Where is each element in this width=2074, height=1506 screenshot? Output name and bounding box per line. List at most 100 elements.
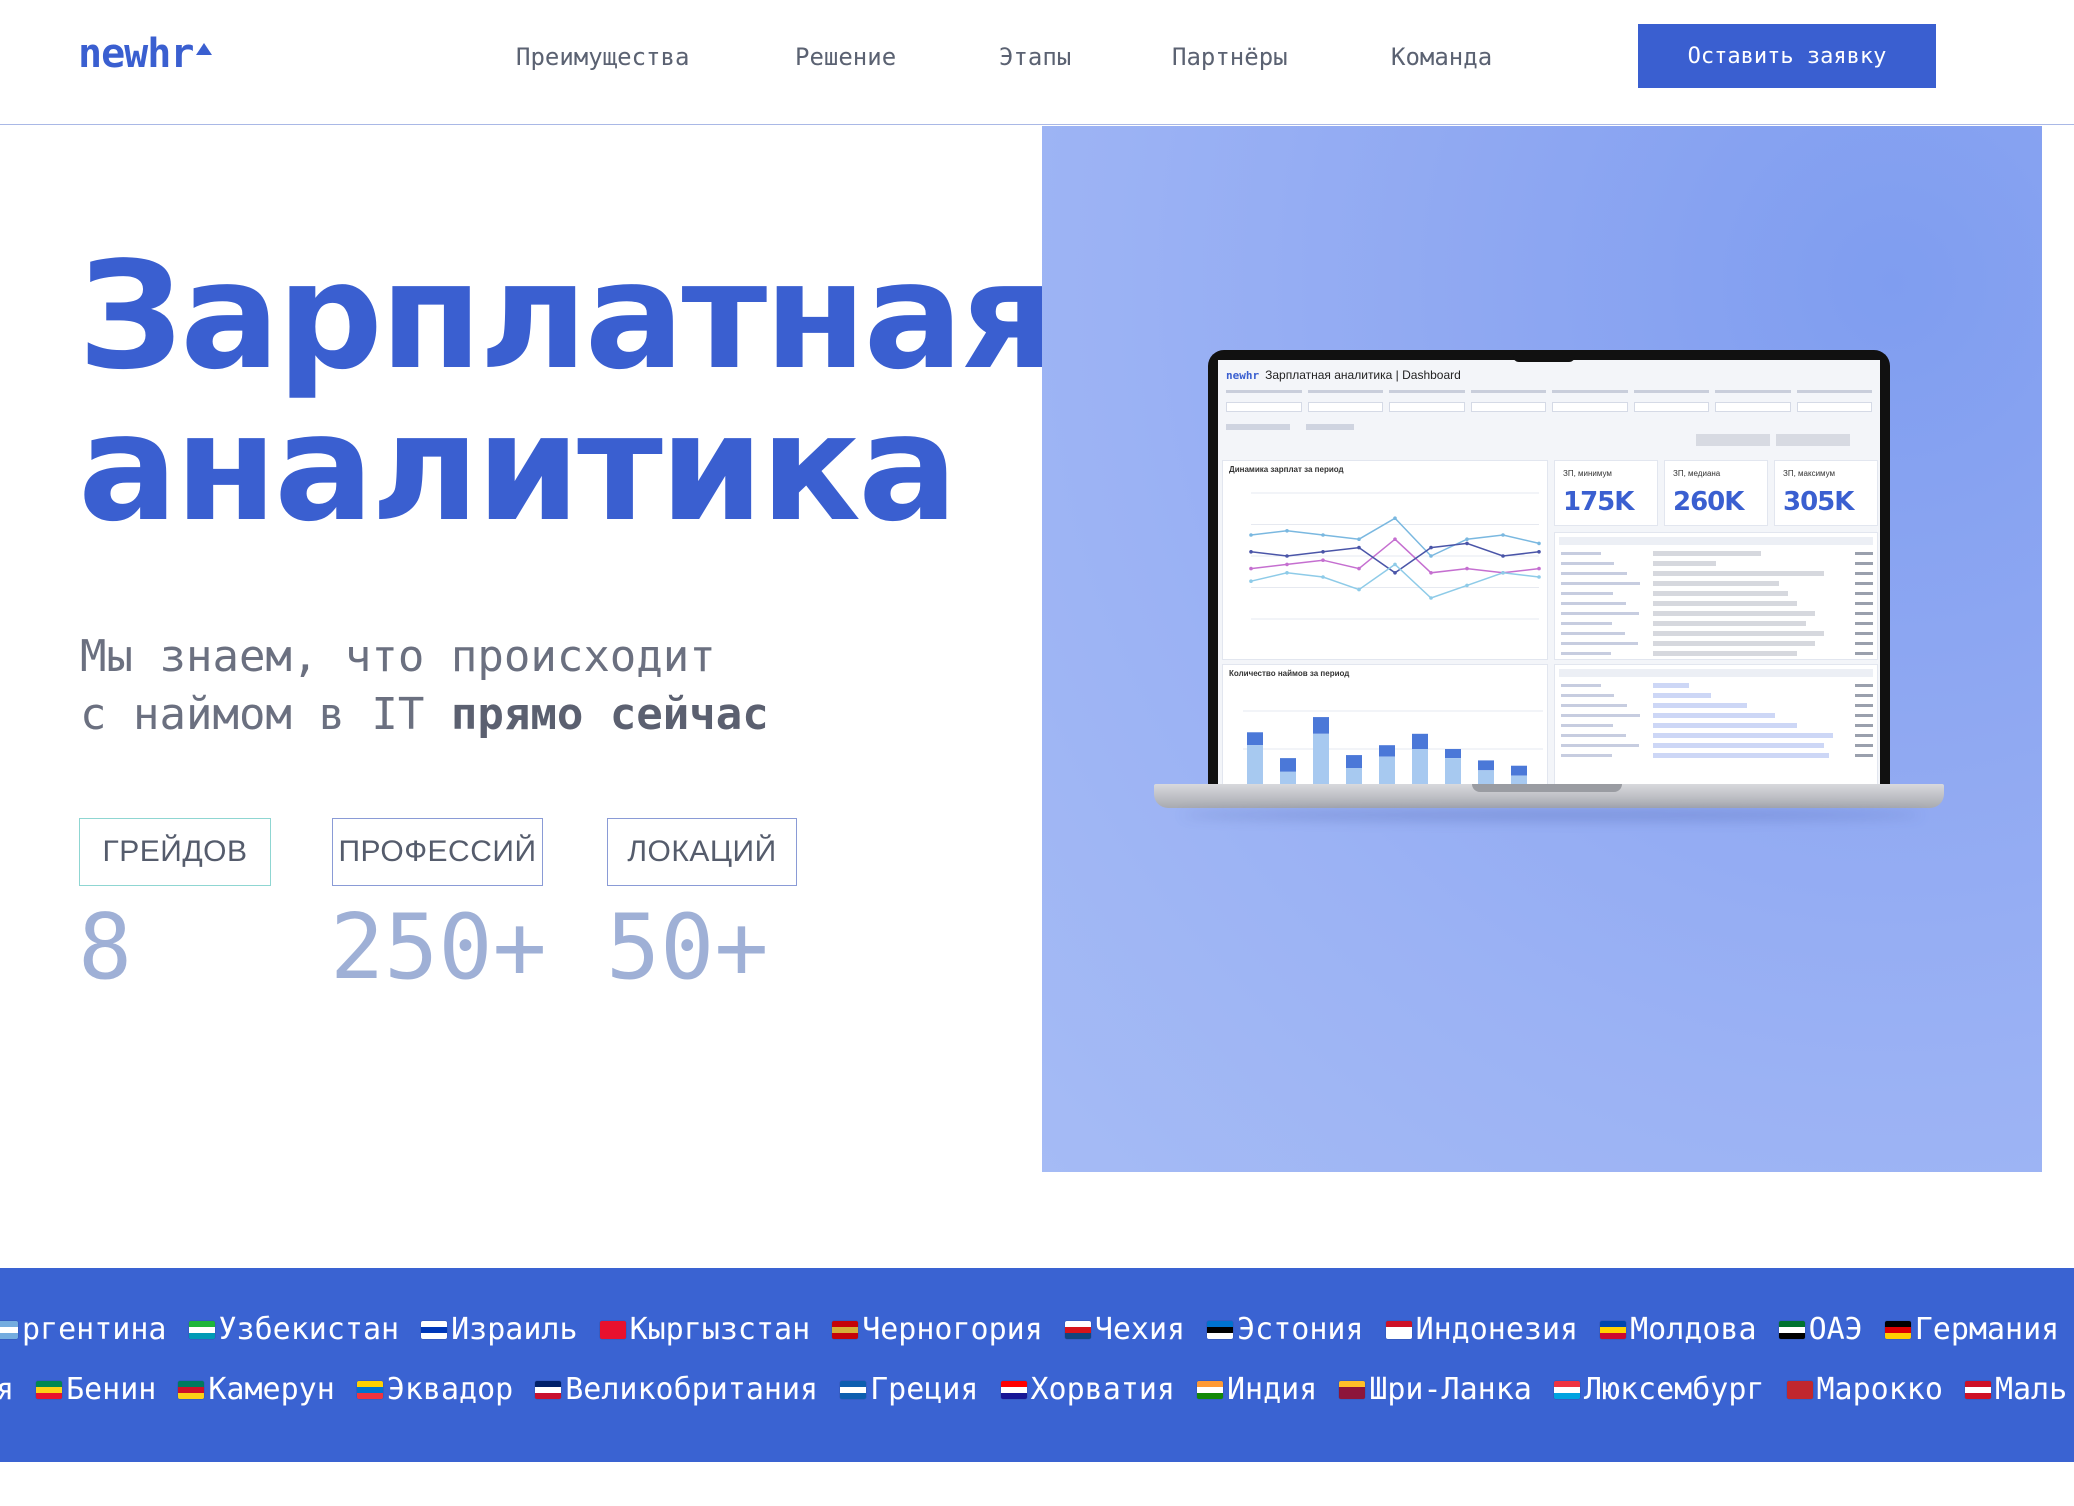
- row1-country-6: Эстония: [1207, 1312, 1364, 1348]
- table-row: [1561, 703, 1873, 708]
- series-point-a: [1357, 566, 1361, 571]
- table-row: [1561, 733, 1873, 738]
- nav-partners[interactable]: Партнёры: [1172, 42, 1288, 72]
- nav-stages[interactable]: Этапы: [999, 42, 1071, 72]
- table-row: [1561, 551, 1873, 556]
- bar-upper: [1379, 745, 1395, 757]
- row2-country-5: Греция: [840, 1372, 979, 1408]
- country-name: Хорватия: [1030, 1372, 1176, 1407]
- stat-grades-value: 8: [78, 895, 133, 1000]
- table-row: [1561, 651, 1873, 656]
- flag-icon: [1207, 1321, 1234, 1339]
- flag-icon: [1964, 1381, 1991, 1399]
- series-point-c: [1357, 545, 1361, 550]
- bar-lower: [1346, 768, 1362, 784]
- kpi-median-label: ЗП, медиана: [1673, 469, 1721, 478]
- row2-country-6: Хорватия: [1000, 1372, 1176, 1408]
- laptop-lip: [1472, 784, 1622, 792]
- flag-icon: [599, 1321, 626, 1339]
- row2-country-11: Маль: [1964, 1372, 2068, 1408]
- country-name: Германия: [1914, 1312, 2060, 1347]
- country-name: Люксембург: [1583, 1372, 1765, 1407]
- series-point-b: [1429, 554, 1433, 558]
- table-row: [1561, 561, 1873, 566]
- flag-icon: [0, 1321, 18, 1339]
- flag-icon: [1553, 1381, 1580, 1399]
- country-ticker: ргентина Узбекистан Израиль Кыргызстан Черно…: [0, 1268, 2074, 1462]
- newhr-logo[interactable]: newhr: [78, 31, 213, 77]
- bar-upper: [1313, 717, 1329, 734]
- series-point-c: [1393, 571, 1397, 575]
- country-name: Молдова: [1630, 1312, 1757, 1347]
- bar-lower: [1478, 770, 1494, 784]
- table-row: [1561, 631, 1873, 636]
- flag-icon: [1884, 1321, 1911, 1339]
- bar-lower: [1412, 749, 1428, 784]
- grade-table: [1554, 664, 1878, 784]
- hero-title: Зарплатная аналитика: [78, 240, 1055, 554]
- table-row: [1561, 641, 1873, 646]
- hero-visual: newhr Зарплатная аналитика | Dashboard Ди…: [1042, 126, 2042, 1172]
- subtitle-line1: Мы знаем, что происходит: [80, 631, 716, 682]
- bar-upper: [1445, 749, 1461, 759]
- row2-country-2: Камерун: [178, 1372, 335, 1408]
- series-point-c: [1537, 550, 1541, 554]
- row2-country-9: Люксембург: [1553, 1372, 1765, 1408]
- row1-country-5: Чехия: [1064, 1312, 1185, 1348]
- table-row: [1561, 753, 1873, 758]
- table-row: [1561, 571, 1873, 576]
- subtitle-line2: с наймом в IT прямо сейчас: [80, 686, 769, 744]
- flag-icon: [832, 1321, 859, 1339]
- series-point-c: [1465, 541, 1469, 546]
- row2-country-7: Индия: [1197, 1372, 1317, 1408]
- dashboard-header: newhr Зарплатная аналитика | Dashboard: [1226, 368, 1461, 382]
- flag-icon: [1339, 1381, 1366, 1399]
- flag-icon: [535, 1381, 562, 1399]
- row1-country-8: Молдова: [1600, 1312, 1757, 1348]
- flag-icon: [1385, 1321, 1412, 1339]
- series-point-d: [1537, 575, 1541, 579]
- row1-country-1: Узбекистан: [188, 1312, 399, 1348]
- series-point-a: [1393, 537, 1397, 541]
- series-point-d: [1357, 587, 1361, 592]
- kpi-max-card: ЗП, максимум 305K: [1774, 460, 1878, 526]
- row2-country-8: Шри-Ланка: [1339, 1372, 1532, 1408]
- table-row: [1561, 591, 1873, 596]
- table-header: [1559, 537, 1873, 545]
- series-point-d: [1393, 562, 1397, 567]
- dashboard-logo: newhr: [1226, 369, 1260, 382]
- country-name: я: [0, 1372, 15, 1407]
- country-name: Черногория: [862, 1312, 1043, 1347]
- country-name: Марокко: [1816, 1372, 1943, 1407]
- flag-icon: [1600, 1321, 1627, 1339]
- hero-title-line2: аналитика: [78, 382, 958, 554]
- nav-advantages[interactable]: Преимущества: [516, 42, 689, 72]
- flag-icon: [356, 1381, 383, 1399]
- series-point-d: [1321, 575, 1325, 579]
- country-name: Маль: [1994, 1372, 2068, 1407]
- kpi-min-card: ЗП, минимум 175K: [1554, 460, 1658, 526]
- nav-solution[interactable]: Решение: [795, 42, 896, 72]
- logo-text: newhr: [78, 31, 194, 77]
- leave-request-button[interactable]: Оставить заявку: [1638, 24, 1936, 88]
- bar-upper: [1280, 758, 1296, 772]
- flag-icon: [421, 1321, 448, 1339]
- series-point-a: [1465, 566, 1469, 571]
- kpi-max-value: 305K: [1783, 487, 1854, 517]
- salary-dynamics-panel: Динамика зарплат за период: [1222, 460, 1548, 660]
- nav-team[interactable]: Команда: [1391, 42, 1492, 72]
- table-row: [1561, 581, 1873, 586]
- country-name: Греция: [870, 1372, 979, 1407]
- bar-upper: [1511, 765, 1527, 776]
- kpi-median-card: ЗП, медиана 260K: [1664, 460, 1768, 526]
- table-row: [1561, 621, 1873, 626]
- series-point-c: [1501, 554, 1505, 558]
- bar-lower: [1280, 771, 1296, 784]
- table-row: [1561, 683, 1873, 688]
- series-point-a: [1537, 566, 1541, 571]
- series-point-c: [1285, 554, 1289, 558]
- logo-triangle-icon: [196, 43, 213, 55]
- hires-panel: Количество наймов за период: [1222, 664, 1548, 784]
- country-name: ОАЭ: [1808, 1312, 1863, 1347]
- country-name: ргентина: [22, 1312, 167, 1347]
